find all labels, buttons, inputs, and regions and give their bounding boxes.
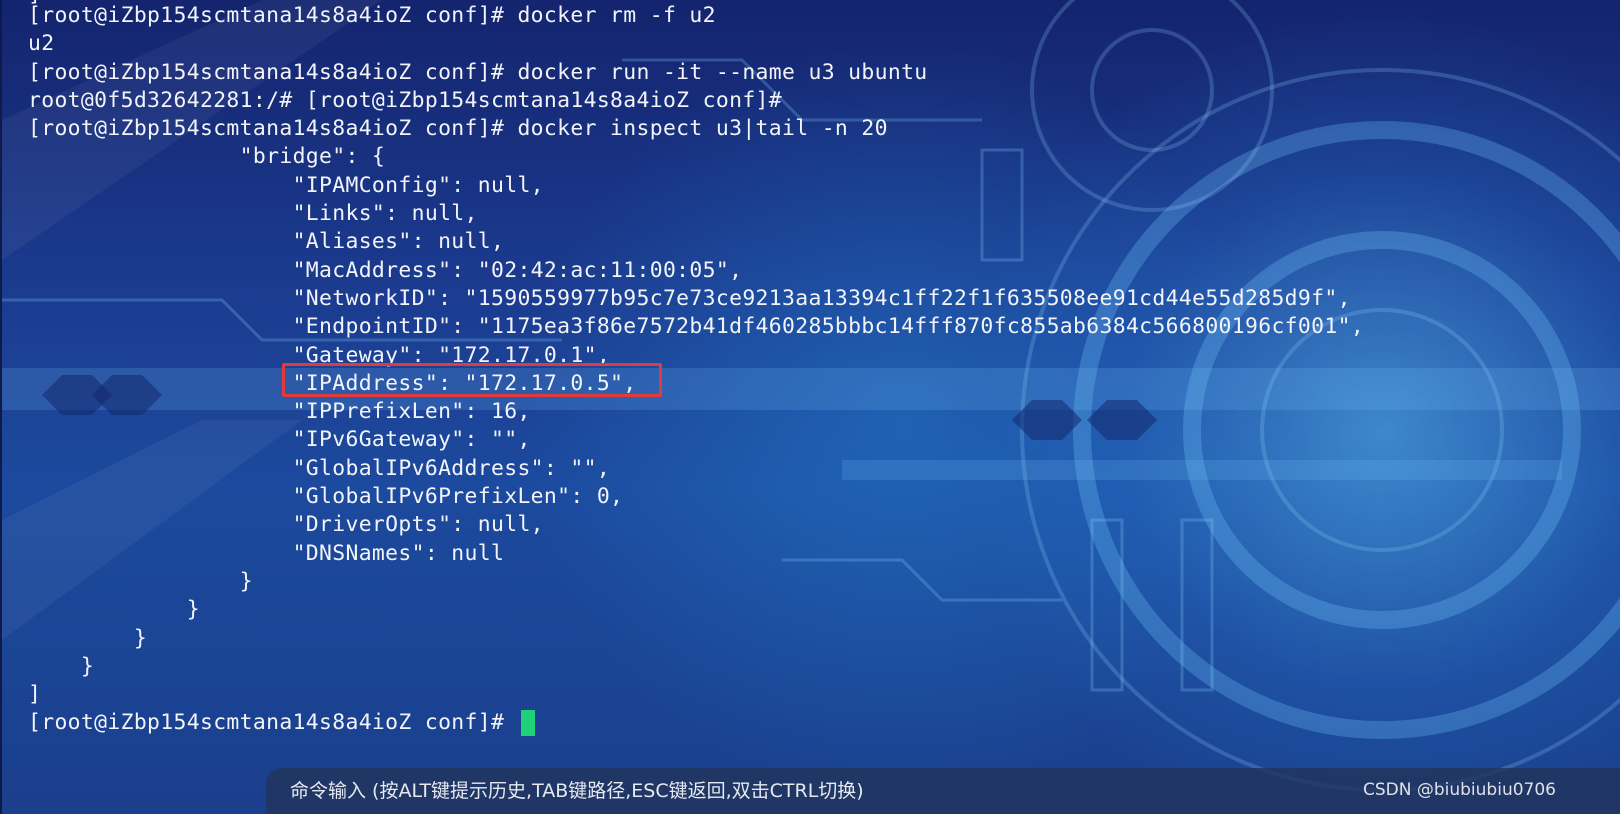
- terminal-line: "MacAddress": "02:42:ac:11:00:05",: [28, 257, 743, 283]
- watermark: CSDN @biubiubiu0706: [1362, 780, 1556, 800]
- terminal-output: [root@iZbp154scmtana14s8a4ioZ conf]# doc…: [28, 2, 1364, 738]
- terminal-line: }: [28, 625, 148, 651]
- text-cursor: [521, 710, 536, 737]
- terminal-line: "Links": null,: [28, 201, 478, 227]
- terminal-line: "Aliases": null,: [28, 229, 505, 255]
- terminal-line: [root@iZbp154scmtana14s8a4ioZ conf]# doc…: [28, 3, 716, 28]
- terminal-line: "DriverOpts": null,: [28, 512, 544, 538]
- terminal-line: u2: [28, 31, 55, 57]
- shell-prompt: [root@iZbp154scmtana14s8a4ioZ conf]#: [28, 710, 518, 736]
- terminal-line: [root@iZbp154scmtana14s8a4ioZ conf]# doc…: [28, 116, 888, 142]
- terminal-line: "GlobalIPv6Address": "",: [28, 455, 611, 481]
- terminal-line: "bridge": {: [28, 144, 386, 170]
- terminal-line: }: [28, 568, 253, 594]
- terminal-line: "NetworkID": "1590559977b95c7e73ce9213aa…: [28, 285, 1351, 311]
- terminal-line: }: [28, 653, 95, 679]
- terminal-line: "DNSNames": null: [28, 540, 505, 566]
- terminal-line: "IPv6Gateway": "",: [28, 427, 531, 453]
- ipaddress-highlight-box: [282, 363, 662, 397]
- prompt-line[interactable]: [root@iZbp154scmtana14s8a4ioZ conf]#: [28, 709, 1364, 737]
- command-input-hint: 命令输入 (按ALT键提示历史,TAB键路径,ESC键返回,双击CTRL切换): [290, 780, 864, 802]
- terminal-line: [root@iZbp154scmtana14s8a4ioZ conf]# doc…: [28, 59, 928, 85]
- terminal-line: "IPPrefixLen": 16,: [28, 399, 531, 425]
- terminal-line: "Gateway": "172.17.0.1",: [28, 342, 611, 368]
- terminal-line: "GlobalIPv6PrefixLen": 0,: [28, 484, 624, 510]
- terminal-line: "EndpointID": "1175ea3f86e7572b41df46028…: [28, 314, 1365, 340]
- terminal-line: ]: [28, 682, 42, 708]
- terminal-line: }: [28, 597, 200, 623]
- terminal-line-ipaddress: "IPAddress": "172.17.0.5",: [28, 370, 637, 396]
- terminal-line: root@0f5d32642281:/# [root@iZbp154scmtan…: [28, 87, 783, 113]
- terminal-window[interactable]: ] [root@iZbp154scmtana14s8a4ioZ conf]# d…: [0, 0, 1620, 814]
- terminal-line: "IPAMConfig": null,: [28, 172, 544, 198]
